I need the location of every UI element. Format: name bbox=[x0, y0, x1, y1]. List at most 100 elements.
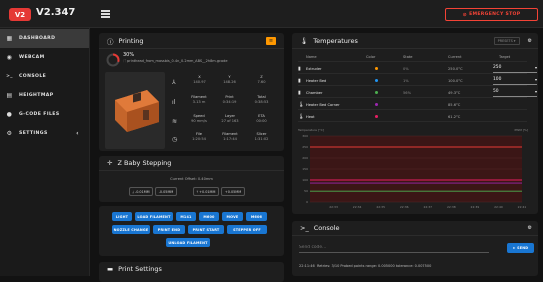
log-text: Retries: 3/10 Probed points range: 0.005… bbox=[316, 264, 432, 268]
babystep-icon: ✛ bbox=[107, 159, 113, 167]
macro-nozzle-change-button[interactable]: NOZZLE CHANGE bbox=[112, 225, 150, 234]
y-tick-label: 250 bbox=[302, 145, 308, 149]
log-time: 22:11:46 bbox=[299, 264, 315, 268]
color-dot[interactable] bbox=[366, 66, 403, 71]
thermometer-icon: 🌡 bbox=[300, 36, 309, 45]
filament-estimate: Filament 1:17:44 bbox=[222, 132, 238, 141]
heater-state: 0% bbox=[403, 66, 409, 71]
sidebar-item-webcam[interactable]: ◉ WEBCAM bbox=[0, 48, 89, 67]
printing-header: ⓘ Printing ≡ bbox=[99, 33, 284, 49]
app-logo: V2 bbox=[9, 8, 31, 21]
target-temperature-select[interactable]: 250 ▾ bbox=[493, 65, 537, 73]
babystep-up-small-button[interactable]: ⤒ +0.01MM bbox=[193, 187, 219, 196]
print-thumbnail bbox=[105, 72, 165, 149]
macro-light-button[interactable]: LIGHT bbox=[112, 212, 132, 221]
heater-current: 49.3°C bbox=[448, 90, 461, 95]
macro-m141-button[interactable]: M141 bbox=[176, 212, 196, 221]
print-settings-icon: ▬ bbox=[107, 265, 114, 273]
pos-y: Y 148.26 bbox=[223, 75, 236, 84]
x-tick-label: 22:33 bbox=[329, 205, 338, 209]
babystep-panel: ✛ Z Baby Stepping Current Offset: 0.40mm… bbox=[99, 156, 284, 202]
x-tick-label: 22:35 bbox=[376, 205, 385, 209]
emergency-stop-button[interactable]: ⊘ EMERGENCY STOP bbox=[445, 8, 538, 21]
sidebar-item-settings[interactable]: ⚙ SETTINGS ‹ bbox=[0, 124, 89, 143]
thermometer-icon: 🌡 bbox=[298, 101, 305, 108]
top-app-bar: V2 V2.347 ⊘ EMERGENCY STOP bbox=[0, 0, 543, 28]
gear-icon[interactable]: ⚙ bbox=[528, 38, 532, 44]
y-tick-label: 50 bbox=[304, 189, 308, 193]
heater-state: 56% bbox=[403, 90, 411, 95]
sidebar-item-gcode-files[interactable]: ● G-CODE FILES bbox=[0, 105, 89, 124]
menu-icon[interactable] bbox=[101, 10, 110, 18]
position-icon: ⅄ bbox=[172, 79, 176, 86]
heater-name: Heater Bed bbox=[306, 78, 327, 83]
send-button[interactable]: ➤ SEND bbox=[507, 243, 534, 253]
sidebar: ▦ DASHBOARD ◉ WEBCAM >_ CONSOLE ▤ HEIGHT… bbox=[0, 28, 90, 276]
x-tick-label: 22:38 bbox=[447, 205, 456, 209]
presets-button[interactable]: PRESETS ▾ bbox=[493, 36, 520, 45]
macro-print-end-button[interactable]: PRINT END bbox=[153, 225, 185, 234]
layer: Layer 27 of 163 bbox=[221, 114, 239, 123]
macro-m606-button[interactable]: M606 bbox=[246, 212, 267, 221]
macro-stepper-off-button[interactable]: STEPPER OFF bbox=[227, 225, 267, 234]
eta: ETA 00:00 bbox=[256, 114, 267, 123]
heightmap-icon: ▤ bbox=[6, 92, 13, 99]
macro-m600-button[interactable]: M600 bbox=[199, 212, 219, 221]
macro-print-start-button[interactable]: PRINT START bbox=[188, 225, 224, 234]
heater-bed-icon: ▮ bbox=[298, 77, 301, 84]
sidebar-item-dashboard[interactable]: ▦ DASHBOARD bbox=[0, 29, 89, 48]
info-icon: ⓘ bbox=[107, 37, 114, 46]
sidebar-item-label: CONSOLE bbox=[19, 74, 47, 79]
y-tick-label: 150 bbox=[302, 167, 308, 171]
console-icon: >_ bbox=[300, 224, 309, 232]
sidebar-item-heightmap[interactable]: ▤ HEIGHTMAP bbox=[0, 86, 89, 105]
printing-title: Printing bbox=[118, 36, 144, 45]
color-dot[interactable] bbox=[366, 102, 403, 107]
babystep-down-large-button[interactable]: -0.05MM bbox=[155, 187, 177, 196]
y-tick-label: 300 bbox=[302, 134, 308, 138]
chevron-left-icon[interactable]: ‹ bbox=[76, 130, 79, 137]
color-dot[interactable] bbox=[366, 90, 403, 95]
heater-current: 61.2°C bbox=[448, 114, 461, 119]
temperatures-panel: 🌡 Temperatures PRESETS ▾ ⚙ Name Color St… bbox=[292, 33, 538, 214]
color-dot[interactable] bbox=[366, 78, 403, 83]
console-log-line: 22:11:46 Retries: 3/10 Probed points ran… bbox=[299, 264, 431, 268]
stats-icon: ıl bbox=[172, 99, 176, 106]
clock-icon: ◷ bbox=[172, 136, 178, 143]
temperature-table-header: Name Color State Current Target bbox=[298, 52, 527, 62]
sidebar-item-console[interactable]: >_ CONSOLE bbox=[0, 67, 89, 86]
chevron-down-icon: ▾ bbox=[534, 65, 537, 70]
babystep-up-large-button[interactable]: +0.05MM bbox=[221, 187, 245, 196]
heater-state: 1% bbox=[403, 78, 409, 83]
print-settings-header: ▬ Print Settings bbox=[99, 262, 284, 276]
macro-move-button[interactable]: MOVE bbox=[222, 212, 243, 221]
thermometer-icon: 🌡 bbox=[298, 113, 305, 120]
gcode-files-icon: ● bbox=[6, 111, 13, 118]
progress-percent: 30% bbox=[123, 52, 135, 58]
sidebar-item-label: DASHBOARD bbox=[19, 36, 56, 41]
settings-button[interactable]: ≡ bbox=[266, 36, 276, 45]
console-icon: >_ bbox=[6, 74, 13, 79]
macro-load-filament-button[interactable]: LOAD FILAMENT bbox=[135, 212, 173, 221]
settings-icon: ⚙ bbox=[6, 130, 13, 137]
y-tick-label: 100 bbox=[302, 178, 308, 182]
console-input[interactable] bbox=[299, 243, 489, 253]
console-header: >_ Console ⚙ bbox=[292, 221, 538, 236]
print-filename: 🗋 printhead_from_mossbis_0.4n_0.2mm_ABS_… bbox=[123, 59, 228, 63]
temperature-row: 🌡 Heat 61.2°C bbox=[298, 112, 527, 122]
current-offset: Current Offset: 0.40mm bbox=[170, 177, 213, 181]
slicer-estimate: Slicer 1:31:02 bbox=[254, 132, 269, 141]
temperature-row: 🌡 Heater Bed Corner 85.6°C bbox=[298, 100, 527, 110]
pos-x: X 140.97 bbox=[193, 75, 206, 84]
printing-panel: ⓘ Printing ≡ 30% 🗋 printhead_from_mossbi… bbox=[99, 33, 284, 151]
y-tick-label: 200 bbox=[302, 156, 308, 160]
babystep-down-small-button[interactable]: ⤓ -0.01MM bbox=[129, 187, 153, 196]
target-temperature-select[interactable]: 50 ▾ bbox=[493, 89, 537, 97]
target-temperature-select[interactable]: 100 ▾ bbox=[493, 77, 537, 85]
babystep-header: ✛ Z Baby Stepping bbox=[99, 156, 284, 171]
macro-unload-filament-button[interactable]: UNLOAD FILAMENT bbox=[166, 238, 210, 247]
gear-icon[interactable]: ⚙ bbox=[528, 225, 532, 231]
speed: Speed 90 mm/s bbox=[191, 114, 207, 123]
app-version: V2.347 bbox=[36, 7, 76, 18]
color-dot[interactable] bbox=[366, 114, 403, 119]
